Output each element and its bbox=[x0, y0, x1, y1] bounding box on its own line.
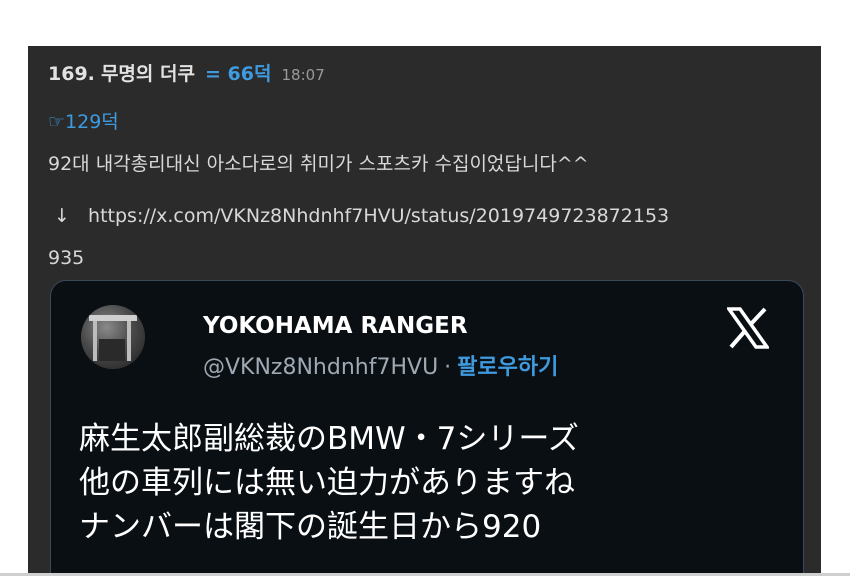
tweet-link-continued[interactable]: 935 bbox=[48, 244, 84, 272]
x-logo-icon[interactable] bbox=[727, 307, 769, 349]
comment-time: 18:07 bbox=[281, 66, 325, 84]
comment-number: 169. bbox=[48, 63, 95, 85]
tweet-handle-row: @VKNz8Nhdnhf7HVU · 팔로우하기 bbox=[203, 353, 558, 383]
tweet-handle[interactable]: @VKNz8Nhdnhf7HVU bbox=[203, 355, 438, 380]
tweet-text-line: 他の車列には無い迫力がありますね bbox=[79, 465, 575, 501]
tweet-text-line: ナンバーは閣下の誕生日から920 bbox=[79, 509, 542, 545]
separator-dot: · bbox=[444, 355, 452, 380]
comment-author[interactable]: 무명의 더쿠 bbox=[101, 63, 195, 85]
comment-body: 92대 내각총리대신 아소다로의 취미가 스포츠카 수집이었답니다^^ bbox=[48, 153, 589, 175]
tweet-text: 麻生太郎副総裁のBMW・7シリーズ 他の車列には無い迫力がありますね ナンバーは… bbox=[79, 417, 579, 549]
tweet-text-line: 麻生太郎副総裁のBMW・7シリーズ bbox=[79, 421, 579, 457]
tweet-link[interactable]: https://x.com/VKNz8Nhdnhf7HVU/status/201… bbox=[88, 205, 669, 227]
reply-reference-link[interactable]: ☞129덕 bbox=[48, 108, 119, 136]
comment-post: 169. 무명의 더쿠 = 66덕 18:07 ☞129덕 92대 내각총리대신… bbox=[28, 46, 821, 576]
comment-header: 169. 무명의 더쿠 = 66덕 18:07 bbox=[48, 60, 325, 89]
comment-score: = 66덕 bbox=[205, 63, 272, 85]
tweet-link-row: ↓ https://x.com/VKNz8Nhdnhf7HVU/status/2… bbox=[48, 202, 669, 230]
avatar[interactable] bbox=[81, 305, 145, 369]
tweet-display-name[interactable]: YOKOHAMA RANGER bbox=[203, 311, 468, 341]
follow-button[interactable]: 팔로우하기 bbox=[457, 355, 558, 380]
down-arrow-icon: ↓ bbox=[54, 205, 70, 227]
embedded-tweet-card[interactable]: YOKOHAMA RANGER @VKNz8Nhdnhf7HVU · 팔로우하기 麻… bbox=[50, 280, 804, 576]
